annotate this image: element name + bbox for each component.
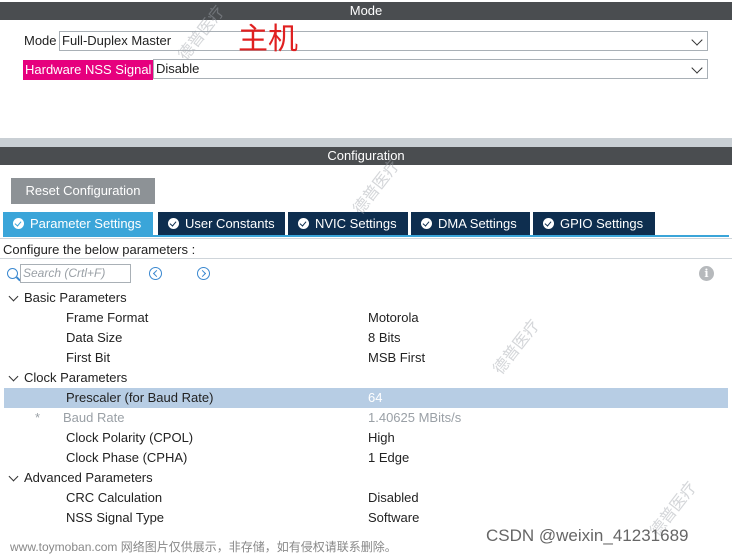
mode-header: Mode	[0, 2, 732, 20]
group-basic-parameters[interactable]: Basic Parameters	[0, 288, 732, 308]
chevron-down-icon[interactable]	[8, 371, 19, 382]
tab-gpio-settings[interactable]: GPIO Settings	[533, 212, 655, 235]
param-row-selected[interactable]: Prescaler (for Baud Rate) 64	[4, 388, 728, 408]
hardware-nss-label: Hardware NSS Signal	[23, 60, 154, 80]
configure-instructions: Configure the below parameters :	[0, 238, 732, 259]
tab-label: NVIC Settings	[315, 216, 397, 231]
tab-user-constants[interactable]: User Constants	[158, 212, 285, 235]
tab-label: DMA Settings	[438, 216, 517, 231]
param-row[interactable]: Frame Format Motorola	[0, 308, 732, 328]
param-value[interactable]: 8 Bits	[368, 328, 401, 348]
next-icon[interactable]	[197, 267, 210, 280]
derived-marker: *	[35, 410, 41, 425]
check-circle-icon	[168, 218, 179, 229]
check-circle-icon	[298, 218, 309, 229]
param-name: Clock Phase (CPHA)	[66, 450, 188, 465]
param-value[interactable]: MSB First	[368, 348, 425, 368]
tab-parameter-settings[interactable]: Parameter Settings	[3, 212, 153, 235]
tab-label: User Constants	[185, 216, 275, 231]
param-value[interactable]: Disabled	[368, 488, 419, 508]
section-separator	[0, 138, 732, 147]
annotation-text: 主机	[238, 22, 298, 57]
tab-underline	[3, 235, 729, 237]
reset-configuration-button[interactable]: Reset Configuration	[11, 178, 155, 204]
param-name: Clock Polarity (CPOL)	[66, 430, 194, 445]
param-value[interactable]: Motorola	[368, 308, 419, 328]
tab-label: Parameter Settings	[30, 216, 142, 231]
chevron-down-icon[interactable]	[8, 471, 19, 482]
check-circle-icon	[421, 218, 432, 229]
search-input[interactable]: Search (Crtl+F)	[20, 264, 131, 283]
group-advanced-parameters[interactable]: Advanced Parameters	[0, 468, 732, 488]
param-row[interactable]: First Bit MSB First	[0, 348, 732, 368]
param-value[interactable]: 1 Edge	[368, 448, 409, 468]
tab-dma-settings[interactable]: DMA Settings	[411, 212, 530, 235]
param-name: NSS Signal Type	[66, 510, 165, 525]
param-row[interactable]: Clock Phase (CPHA) 1 Edge	[0, 448, 732, 468]
group-label: Advanced Parameters	[24, 470, 153, 485]
param-row[interactable]: Data Size 8 Bits	[0, 328, 732, 348]
nss-select[interactable]: Disable	[153, 59, 708, 79]
param-name: First Bit	[66, 350, 111, 365]
nss-select-value: Disable	[156, 61, 200, 76]
param-name: Baud Rate	[63, 410, 125, 425]
param-row: * Baud Rate 1.40625 MBits/s	[0, 408, 732, 428]
param-name: CRC Calculation	[66, 490, 163, 505]
tab-nvic-settings[interactable]: NVIC Settings	[288, 212, 408, 235]
mode-select[interactable]: Full-Duplex Master	[59, 31, 708, 51]
check-circle-icon	[543, 218, 554, 229]
param-row[interactable]: CRC Calculation Disabled	[0, 488, 732, 508]
param-name: Data Size	[66, 330, 123, 345]
param-value: 1.40625 MBits/s	[368, 410, 462, 425]
param-value[interactable]: High	[368, 428, 395, 448]
info-icon[interactable]: i	[699, 266, 714, 281]
group-clock-parameters[interactable]: Clock Parameters	[0, 368, 732, 388]
previous-icon[interactable]	[149, 267, 162, 280]
param-name: Prescaler (for Baud Rate)	[66, 390, 214, 405]
param-value[interactable]: 64	[368, 388, 382, 408]
footer-note: www.toymoban.com 网络图片仅供展示，非存储，如有侵权请联系删除。	[10, 540, 397, 554]
search-icon	[7, 268, 18, 279]
chevron-down-icon	[691, 62, 703, 74]
footer-brand: CSDN @weixin_41231689	[486, 526, 689, 545]
configuration-header: Configuration	[0, 147, 732, 165]
param-name: Frame Format	[66, 310, 149, 325]
chevron-down-icon	[691, 34, 703, 46]
param-value[interactable]: Software	[368, 508, 419, 528]
param-row[interactable]: NSS Signal Type Software	[0, 508, 732, 528]
check-circle-icon	[13, 218, 24, 229]
chevron-down-icon[interactable]	[8, 291, 19, 302]
group-label: Basic Parameters	[24, 290, 127, 305]
mode-select-value: Full-Duplex Master	[62, 33, 172, 48]
mode-label: Mode	[24, 33, 57, 48]
group-label: Clock Parameters	[24, 370, 128, 385]
tab-label: GPIO Settings	[560, 216, 644, 231]
param-row[interactable]: Clock Polarity (CPOL) High	[0, 428, 732, 448]
